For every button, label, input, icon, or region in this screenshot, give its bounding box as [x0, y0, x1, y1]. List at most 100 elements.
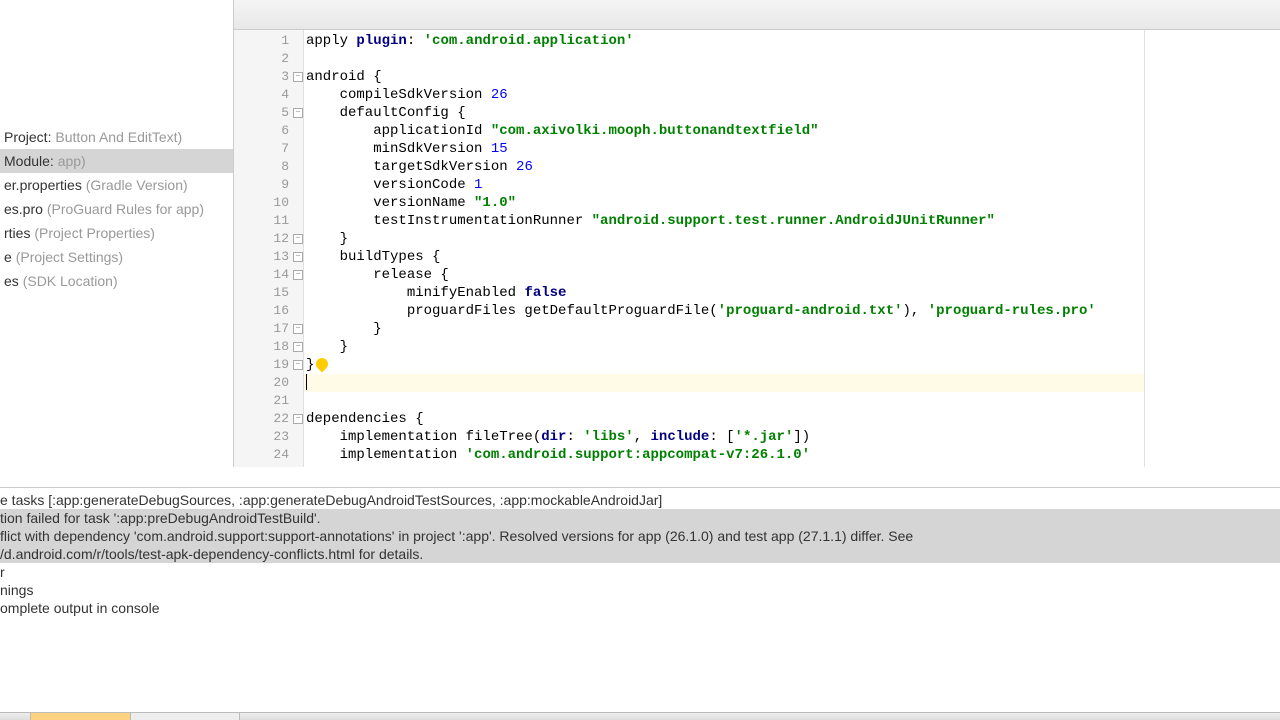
code-line[interactable]: targetSdkVersion 26 [304, 158, 1144, 176]
text-caret [306, 374, 307, 390]
line-number: 22− [234, 410, 303, 428]
build-output-panel[interactable]: e tasks [:app:generateDebugSources, :app… [0, 487, 1280, 707]
sidebar-item-label: Module: [4, 153, 58, 169]
code-token: 'proguard-android.txt' [718, 303, 903, 319]
code-token: 1 [474, 177, 482, 193]
line-number: 2 [234, 50, 303, 68]
console-line[interactable]: omplete output in console [0, 599, 1280, 617]
code-line[interactable] [304, 392, 1144, 410]
fold-marker-icon[interactable]: − [293, 360, 303, 370]
code-token: } [306, 231, 348, 247]
fold-marker-icon[interactable]: − [293, 414, 303, 424]
console-line[interactable]: r [0, 563, 1280, 581]
console-line[interactable]: /d.android.com/r/tools/test-apk-dependen… [0, 545, 1280, 563]
sidebar-item-suffix: (Project Settings) [16, 249, 123, 265]
code-line[interactable]: defaultConfig { [304, 104, 1144, 122]
code-line[interactable]: } [304, 320, 1144, 338]
code-token: "android.support.test.runner.AndroidJUni… [592, 213, 995, 229]
code-token: proguardFiles getDefaultProguardFile( [306, 303, 718, 319]
code-line[interactable]: compileSdkVersion 26 [304, 86, 1144, 104]
fold-marker-icon[interactable]: − [293, 324, 303, 334]
code-line[interactable]: applicationId "com.axivolki.mooph.button… [304, 122, 1144, 140]
line-number: 17− [234, 320, 303, 338]
sidebar-item-label: es.pro [4, 201, 47, 217]
sidebar-item[interactable]: Project: Button And EditText) [0, 125, 233, 149]
code-line[interactable]: dependencies { [304, 410, 1144, 428]
line-number: 16 [234, 302, 303, 320]
sidebar-item-suffix: (SDK Location) [23, 273, 118, 289]
code-token: 26 [516, 159, 533, 175]
code-line[interactable]: implementation 'com.android.support:appc… [304, 446, 1144, 464]
console-line[interactable]: flict with dependency 'com.android.suppo… [0, 527, 1280, 545]
code-line[interactable]: versionName "1.0" [304, 194, 1144, 212]
code-token: minSdkVersion [306, 141, 491, 157]
code-line[interactable]: minSdkVersion 15 [304, 140, 1144, 158]
line-number: 14− [234, 266, 303, 284]
code-line[interactable]: android { [304, 68, 1144, 86]
sidebar-item-label: Project: [4, 129, 55, 145]
code-line[interactable]: } [304, 338, 1144, 356]
sidebar-item[interactable]: er.properties (Gradle Version) [0, 173, 233, 197]
sidebar-item-label: es [4, 273, 23, 289]
code-line[interactable]: } [304, 230, 1144, 248]
code-line[interactable] [304, 374, 1144, 392]
sidebar-item-suffix: Button And EditText) [55, 129, 182, 145]
fold-marker-icon[interactable]: − [293, 108, 303, 118]
code-line[interactable]: implementation fileTree(dir: 'libs', inc… [304, 428, 1144, 446]
code-line[interactable]: testInstrumentationRunner "android.suppo… [304, 212, 1144, 230]
line-number: 24 [234, 446, 303, 464]
code-token: plugin [356, 33, 406, 49]
line-number: 18− [234, 338, 303, 356]
code-token: implementation fileTree( [306, 429, 541, 445]
code-line[interactable]: buildTypes { [304, 248, 1144, 266]
line-number: 9 [234, 176, 303, 194]
code-token: } [306, 339, 348, 355]
sidebar-item[interactable]: es.pro (ProGuard Rules for app) [0, 197, 233, 221]
code-token: ), [903, 303, 928, 319]
sidebar-item[interactable]: Module: app) [0, 149, 233, 173]
code-token: applicationId [306, 123, 491, 139]
console-line[interactable]: nings [0, 581, 1280, 599]
code-line[interactable] [304, 50, 1144, 68]
fold-marker-icon[interactable]: − [293, 252, 303, 262]
fold-marker-icon[interactable]: − [293, 342, 303, 352]
code-token: 26 [491, 87, 508, 103]
code-line[interactable]: minifyEnabled false [304, 284, 1144, 302]
sidebar-item-suffix: (Project Properties) [34, 225, 155, 241]
sidebar-item[interactable]: rties (Project Properties) [0, 221, 233, 245]
sidebar-item[interactable]: es (SDK Location) [0, 269, 233, 293]
editor-tab-bar [234, 0, 1280, 30]
code-token: , [634, 429, 651, 445]
code-token: "com.axivolki.mooph.buttonandtextfield" [491, 123, 819, 139]
code-token: include [651, 429, 710, 445]
fold-marker-icon[interactable]: − [293, 234, 303, 244]
code-token: buildTypes { [306, 249, 440, 265]
code-token: defaultConfig { [306, 105, 466, 121]
code-editor[interactable]: 123−45−6789101112−13−14−151617−18−19−202… [234, 30, 1280, 467]
code-line[interactable]: apply plugin: 'com.android.application' [304, 32, 1144, 50]
status-tab[interactable] [130, 712, 240, 720]
line-number: 23 [234, 428, 303, 446]
line-number: 4 [234, 86, 303, 104]
sidebar-item-label: rties [4, 225, 34, 241]
code-line[interactable]: versionCode 1 [304, 176, 1144, 194]
sidebar-item-label: e [4, 249, 16, 265]
fold-marker-icon[interactable]: − [293, 72, 303, 82]
code-line[interactable]: release { [304, 266, 1144, 284]
code-line[interactable]: proguardFiles getDefaultProguardFile('pr… [304, 302, 1144, 320]
right-margin [1145, 30, 1280, 467]
code-token: 'com.android.application' [424, 33, 634, 49]
line-number: 7 [234, 140, 303, 158]
line-number: 10 [234, 194, 303, 212]
sidebar-item[interactable]: e (Project Settings) [0, 245, 233, 269]
fold-marker-icon[interactable]: − [293, 270, 303, 280]
code-line[interactable]: } [304, 356, 1144, 374]
console-line[interactable]: e tasks [:app:generateDebugSources, :app… [0, 491, 1280, 509]
code-content[interactable]: apply plugin: 'com.android.application' a… [304, 30, 1145, 467]
code-token: : [407, 33, 424, 49]
lightbulb-icon[interactable] [314, 356, 331, 373]
code-token: : [566, 429, 583, 445]
code-token: 15 [491, 141, 508, 157]
console-line[interactable]: tion failed for task ':app:preDebugAndro… [0, 509, 1280, 527]
status-tab[interactable] [30, 712, 140, 720]
